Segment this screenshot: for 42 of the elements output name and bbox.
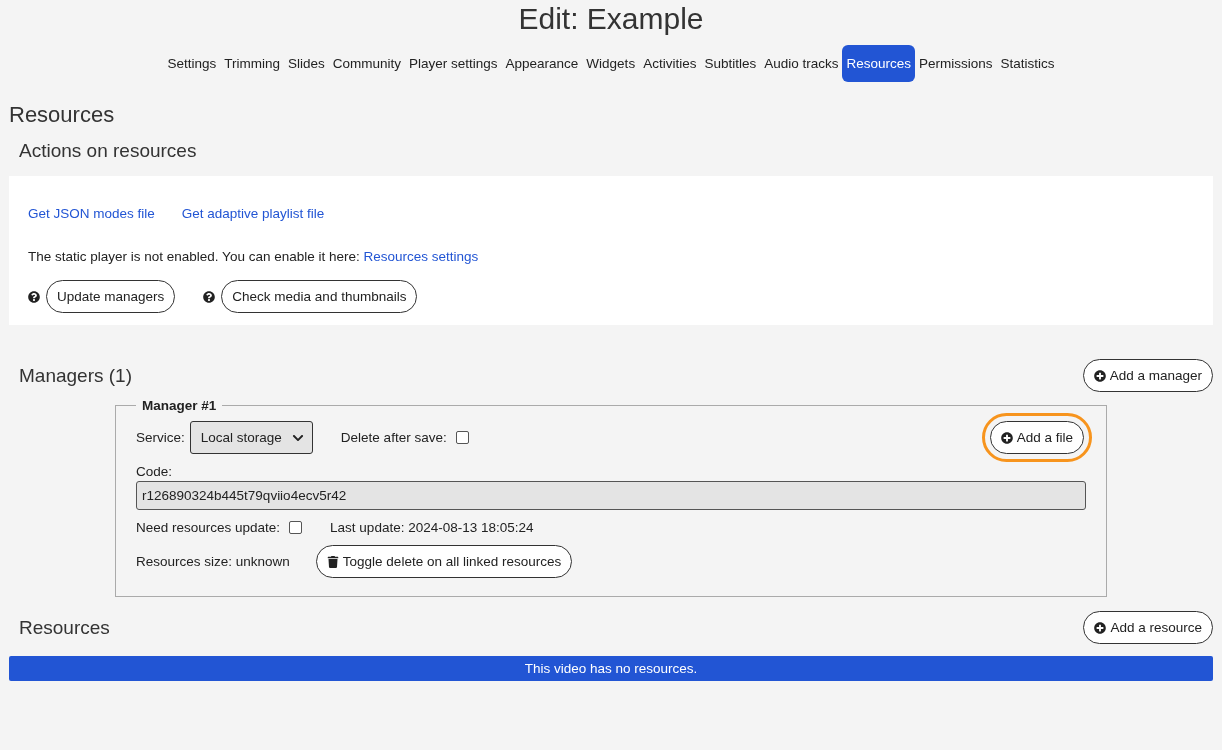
tab[interactable]: Permissions: [915, 45, 997, 82]
empty-resources-message: This video has no resources.: [9, 656, 1213, 681]
tab[interactable]: Statistics: [996, 45, 1059, 82]
action-button[interactable]: Update managers: [46, 280, 176, 313]
manager-legend: Manager #1: [136, 398, 223, 413]
section-heading: Resources: [9, 102, 116, 128]
tab[interactable]: Trimming: [220, 45, 284, 82]
field-label: Delete after save:: [340, 430, 447, 445]
link[interactable]: Resources settings: [363, 249, 479, 264]
add-resource-button[interactable]: Add a resource: [1083, 611, 1213, 644]
tab[interactable]: Resources: [842, 45, 915, 82]
page-title: Edit: Example: [517, 1, 705, 37]
checkbox[interactable]: [455, 431, 469, 444]
field-label: Need resources update:: [136, 520, 281, 535]
tab[interactable]: Audio tracks: [760, 45, 843, 82]
section-heading: Actions on resources: [19, 140, 197, 162]
help-icon[interactable]: [203, 290, 216, 303]
help-icon[interactable]: [28, 290, 40, 303]
link[interactable]: Get JSON modes file: [28, 206, 155, 221]
service-select[interactable]: Local storage: [189, 421, 313, 454]
tab[interactable]: Community: [328, 45, 405, 82]
notice-text: The static player is not enabled. You can enable it here: Resources settings: [28, 249, 480, 264]
section-heading: Resources: [19, 616, 110, 639]
tab[interactable]: Settings: [163, 45, 221, 82]
tab[interactable]: Player settings: [405, 45, 502, 82]
section-heading: Managers (1): [19, 364, 132, 387]
tab[interactable]: Widgets: [582, 45, 640, 82]
tab[interactable]: Appearance: [501, 45, 583, 82]
field-label: Code:: [136, 464, 173, 479]
tab[interactable]: Activities: [639, 45, 701, 82]
action-button[interactable]: Check media and thumbnails: [221, 280, 418, 313]
resources-size-text: Resources size: unknown: [136, 554, 290, 569]
tab[interactable]: Subtitles: [700, 45, 761, 82]
tab[interactable]: Slides: [283, 45, 329, 82]
add-manager-button[interactable]: Add a manager: [1082, 359, 1213, 392]
checkbox[interactable]: [289, 521, 303, 534]
trash-icon: [326, 555, 339, 568]
toggle-delete-button[interactable]: Toggle delete on all linked resources: [315, 545, 573, 578]
code-field[interactable]: r126890324b445t79qviio4ecv5r42: [136, 481, 1086, 510]
link[interactable]: Get adaptive playlist file: [181, 206, 325, 221]
last-update-text: Last update: 2024-08-13 18:05:24: [330, 520, 534, 535]
field-label: Service:: [136, 430, 185, 445]
